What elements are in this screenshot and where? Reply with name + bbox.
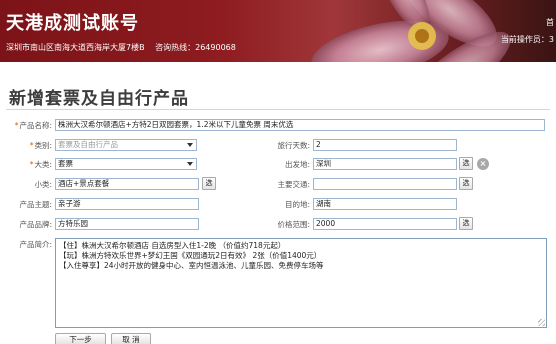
travel-days-input[interactable]: 2 xyxy=(313,139,457,151)
site-address: 深圳市南山区南海大道西海岸大厦7楼B xyxy=(6,43,145,52)
home-link[interactable]: 首 xyxy=(546,17,554,28)
price-range-label: 价格范围: xyxy=(277,220,310,229)
major-type-label: *大类: xyxy=(29,160,52,169)
transport-input[interactable] xyxy=(313,178,457,190)
current-operator: 当前操作员：3 xyxy=(500,35,554,44)
transport-pick-button[interactable]: 选 xyxy=(459,177,473,190)
site-title: 天港成测试账号 xyxy=(6,13,139,34)
intro-line: 【玩】株洲方特欢乐世界+梦幻王国《双园通玩2日有效》 2张（价值1400元） xyxy=(59,251,322,260)
page-title: 新增套票及自由行产品 xyxy=(9,89,189,109)
major-type-select[interactable]: 套票 xyxy=(55,158,197,170)
theme-label: 产品主题: xyxy=(19,200,52,209)
header-banner: 天港成测试账号 深圳市南山区南海大道西海岸大厦7楼B 咨询热线：26490068… xyxy=(0,0,556,62)
next-step-button[interactable]: 下一步 xyxy=(55,333,106,344)
flower-decoration xyxy=(311,0,511,62)
minor-type-pick-button[interactable]: 选 xyxy=(202,177,216,190)
price-range-pick-button[interactable]: 选 xyxy=(459,217,473,230)
travel-days-label: 旅行天数: xyxy=(277,141,310,150)
price-range-input[interactable]: 2000 xyxy=(313,218,457,230)
product-name-input[interactable]: 株洲大汉希尔顿酒店+方特2日双园套票，1.2米以下儿童免票 周末优选 xyxy=(55,119,545,131)
category-label: *类别: xyxy=(29,141,52,150)
cancel-button[interactable]: 取 消 xyxy=(111,333,151,344)
departure-input[interactable]: 深圳 xyxy=(313,158,457,170)
intro-label: 产品简介: xyxy=(19,240,52,249)
departure-label: 出发地: xyxy=(284,160,310,169)
chevron-down-icon xyxy=(187,143,193,147)
minor-type-input[interactable]: 酒店+景点套餐 xyxy=(55,178,199,190)
chevron-down-icon xyxy=(187,162,193,166)
theme-input[interactable]: 亲子游 xyxy=(55,198,199,210)
minor-type-label: 小类: xyxy=(34,180,52,189)
intro-line: 【入住尊享】24小时开放的健身中心、室内恒温泳池、儿童乐园、免费停车场等 xyxy=(59,261,324,270)
category-select[interactable]: 套票及自由行产品 xyxy=(55,139,197,151)
destination-input[interactable]: 湖南 xyxy=(313,198,457,210)
brand-label: 产品品牌: xyxy=(19,220,52,229)
product-name-label: *产品名称: xyxy=(14,121,52,130)
transport-label: 主要交通: xyxy=(277,180,310,189)
intro-line: 【住】株洲大汉希尔顿酒店 自选房型入住1-2晚 （价值约718元起） xyxy=(59,241,286,250)
departure-pick-button[interactable]: 选 xyxy=(459,157,473,170)
site-hotline: 咨询热线：26490068 xyxy=(155,43,236,52)
intro-textarea[interactable]: 【住】株洲大汉希尔顿酒店 自选房型入住1-2晚 （价值约718元起） 【玩】株洲… xyxy=(55,238,547,328)
clear-icon[interactable]: × xyxy=(477,158,489,170)
resize-grip-icon[interactable] xyxy=(538,319,545,326)
site-contact: 深圳市南山区南海大道西海岸大厦7楼B 咨询热线：26490068 xyxy=(6,42,244,53)
brand-input[interactable]: 方特乐园 xyxy=(55,218,199,230)
destination-label: 目的地: xyxy=(284,200,310,209)
title-divider xyxy=(6,109,550,110)
